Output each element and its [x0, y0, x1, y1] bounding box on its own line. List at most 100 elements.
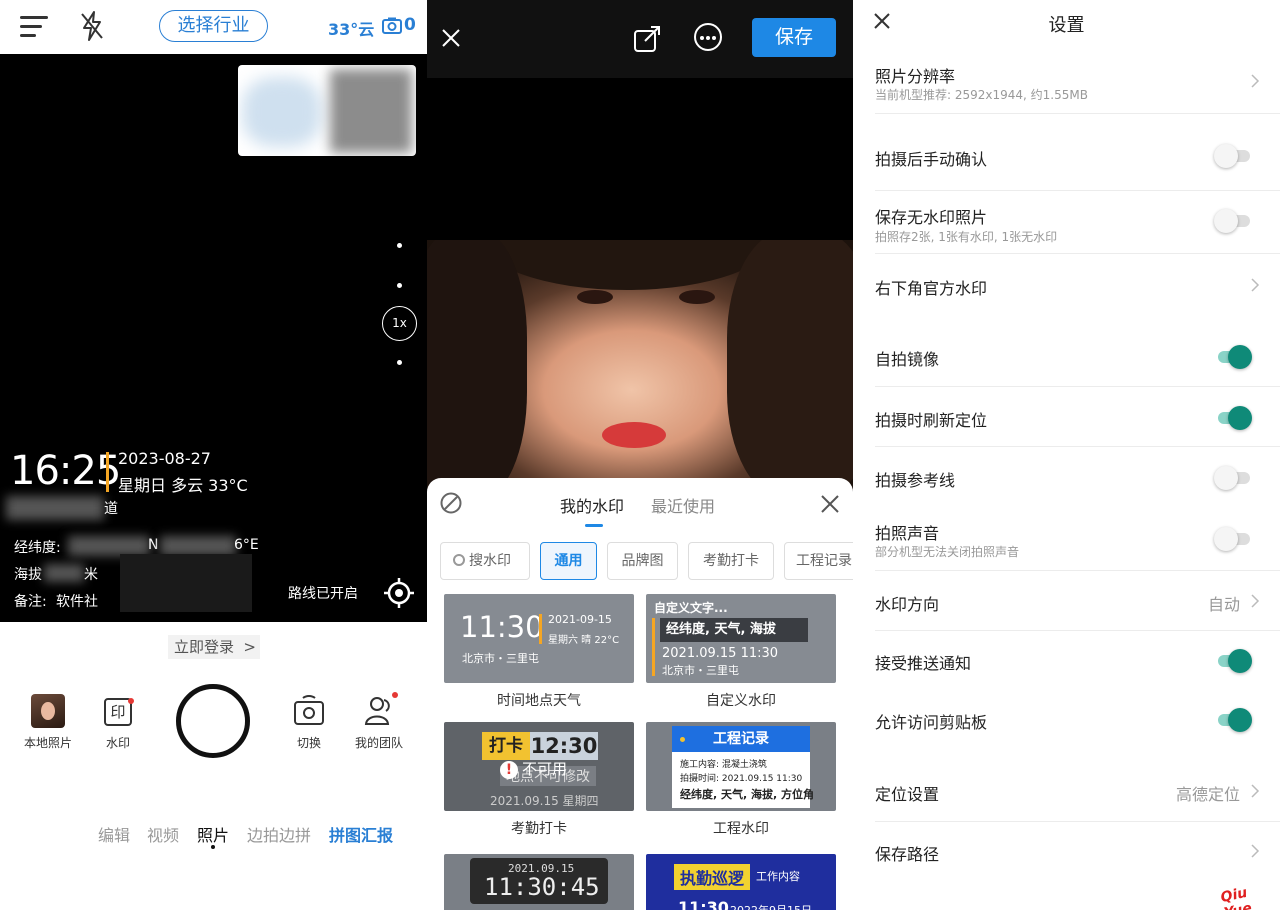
setting-save-no-watermark[interactable]: 保存无水印照片 拍照存2张, 1张有水印, 1张无水印 — [875, 191, 1280, 254]
mode-photo[interactable]: 照片 — [197, 822, 229, 846]
search-placeholder: 搜水印 — [469, 553, 511, 569]
watermark-note-label: 备注: — [14, 594, 47, 610]
more-icon[interactable] — [694, 23, 722, 51]
zoom-level-button[interactable]: 1x — [382, 306, 417, 341]
tab-recently-used[interactable]: 最近使用 — [651, 493, 715, 517]
toggle-switch[interactable] — [1216, 345, 1252, 369]
route-status[interactable]: 路线已开启 — [288, 583, 358, 603]
notification-dot — [128, 698, 134, 704]
zoom-dot[interactable] — [397, 283, 402, 288]
watermark-card-time-location-weather[interactable]: 11:30 2021-09-15 星期六 晴 22°C 北京市・三里屯 时间地点… — [444, 594, 634, 710]
setting-title: 拍摄参考线 — [875, 471, 956, 490]
camera-top-bar: 选择行业 33°云 0 — [0, 0, 427, 54]
category-attendance[interactable]: 考勤打卡 — [688, 542, 774, 580]
photo-detail — [602, 422, 666, 448]
card-line: 经纬度, 天气, 海拔, 方位角 — [680, 788, 815, 801]
card-time: 12:30 — [530, 732, 598, 760]
watermark-thumbnail: 11:30 2021-09-15 星期六 晴 22°C 北京市・三里屯 — [444, 594, 634, 683]
toggle-switch[interactable] — [1214, 209, 1252, 233]
setting-refresh-location[interactable]: 拍摄时刷新定位 — [875, 387, 1280, 447]
local-photos-button[interactable]: 本地照片 — [20, 694, 76, 751]
category-general[interactable]: 通用 — [540, 542, 597, 580]
watermark-thumbnail: 工程记录 施工内容: 混凝土浇筑 拍摄时间: 2021.09.15 11:30 … — [646, 722, 836, 811]
setting-selfie-mirror[interactable]: 自拍镜像 — [875, 324, 1280, 387]
no-watermark-icon[interactable] — [440, 492, 462, 514]
watermark-card-custom[interactable]: 自定义文字... 经纬度, 天气, 海拔 2021.09.15 11:30 北京… — [646, 594, 836, 710]
setting-official-watermark[interactable]: 右下角官方水印 — [875, 254, 1280, 324]
setting-push-notifications[interactable]: 接受推送通知 — [875, 631, 1280, 691]
save-button[interactable]: 保存 — [752, 18, 836, 57]
redacted-block — [120, 554, 252, 612]
card-time: 11:30 — [678, 898, 729, 910]
zoom-dot[interactable] — [397, 243, 402, 248]
toggle-switch[interactable] — [1216, 406, 1252, 430]
toggle-switch[interactable] — [1214, 466, 1252, 490]
share-icon[interactable] — [632, 22, 664, 54]
toggle-switch[interactable] — [1216, 708, 1252, 732]
watermark-thumbnail: 打卡 12:30 地点不可修改 2021.09.15 星期四 ! 不可用 — [444, 722, 634, 811]
shutter-button[interactable] — [176, 684, 250, 758]
watermark-editor-panel: 保存 我的水印 最近使用 搜水印 通用 品牌图 考勤打卡 工程记录 11:30 — [427, 0, 853, 910]
close-icon[interactable] — [441, 28, 461, 48]
setting-title: 保存路径 — [875, 845, 940, 864]
active-mode-indicator — [211, 845, 215, 849]
zoom-dot[interactable] — [397, 360, 402, 365]
photo-count[interactable]: 0 — [404, 15, 416, 35]
team-icon — [364, 697, 390, 725]
mode-edit[interactable]: 编辑 — [98, 822, 130, 846]
setting-watermark-direction[interactable]: 水印方向 自动 — [875, 571, 1280, 631]
toggle-switch[interactable] — [1216, 649, 1252, 673]
mode-shoot-and-stitch[interactable]: 边拍边拼 — [247, 822, 311, 846]
watermark-card-patrol[interactable]: 执勤巡逻 工作内容 11:30 2022年9月15日 — [646, 854, 836, 910]
watermark-street-tail: 道 — [104, 501, 118, 517]
search-watermark-input[interactable]: 搜水印 — [440, 542, 530, 580]
card-tag: 工作内容 — [756, 870, 800, 883]
watermark-card-attendance[interactable]: 打卡 12:30 地点不可修改 2021.09.15 星期四 ! 不可用 考勤打卡 — [444, 722, 634, 838]
setting-title: 拍照声音 — [875, 524, 940, 543]
setting-manual-confirm[interactable]: 拍摄后手动确认 — [875, 114, 1280, 191]
setting-title: 拍摄后手动确认 — [875, 150, 988, 169]
login-button[interactable]: 立即登录 > — [168, 635, 260, 659]
chevron-right-icon — [1251, 594, 1260, 608]
toggle-switch[interactable] — [1214, 144, 1252, 168]
setting-photo-resolution[interactable]: 照片分辨率 当前机型推荐: 2592x1944, 约1.55MB — [875, 52, 1280, 114]
close-icon[interactable] — [820, 494, 840, 514]
select-industry-button[interactable]: 选择行业 — [159, 10, 268, 42]
card-line: 拍摄时间: 2021.09.15 11:30 — [680, 774, 803, 784]
watermark-card-engineering[interactable]: 工程记录 施工内容: 混凝土浇筑 拍摄时间: 2021.09.15 11:30 … — [646, 722, 836, 838]
card-accent-bar — [539, 614, 542, 644]
watermark-card-label: 时间地点天气 — [497, 693, 581, 709]
tab-my-watermarks[interactable]: 我的水印 — [560, 493, 624, 517]
locate-icon[interactable] — [384, 578, 414, 608]
my-team-button[interactable]: 我的团队 — [350, 692, 408, 751]
card-accent-dot — [680, 737, 685, 742]
flash-off-icon[interactable] — [78, 10, 106, 42]
active-tab-indicator — [585, 524, 603, 527]
category-brand[interactable]: 品牌图 — [607, 542, 678, 580]
card-time: 11:30 — [460, 610, 544, 644]
setting-clipboard-access[interactable]: 允许访问剪贴板 — [875, 691, 1280, 760]
watermark-card-digital-clock[interactable]: 2021.09.15 11:30:45 — [444, 854, 634, 910]
setting-location[interactable]: 定位设置 高德定位 — [875, 760, 1280, 822]
watermark-button[interactable]: 印 水印 — [96, 694, 140, 751]
local-photo-thumbnail — [31, 694, 65, 728]
switch-camera-button[interactable]: 切换 — [289, 694, 329, 751]
camera-viewfinder[interactable]: 1x 16:25 2023-08-27 星期日 多云 33°C 道 经纬度: N… — [0, 54, 427, 622]
blurred-altitude — [44, 564, 84, 582]
settings-title: 设置 — [1048, 15, 1085, 36]
menu-icon[interactable] — [20, 14, 48, 38]
toggle-switch[interactable] — [1214, 527, 1252, 551]
category-engineering[interactable]: 工程记录 — [784, 542, 853, 580]
setting-save-path[interactable]: 保存路径 — [875, 822, 1280, 882]
setting-guide-lines[interactable]: 拍摄参考线 — [875, 447, 1280, 506]
setting-shutter-sound[interactable]: 拍照声音 部分机型无法关闭拍照声音 — [875, 506, 1280, 571]
card-datetime: 2021.09.15 11:30 — [662, 646, 779, 661]
watermark-date: 2023-08-27 — [118, 449, 211, 468]
watermark-card-label: 考勤打卡 — [511, 821, 567, 837]
mode-collage-report[interactable]: 拼图汇报 — [329, 822, 393, 846]
qr-promo-card[interactable] — [238, 65, 416, 156]
card-fields: 经纬度, 天气, 海拔 — [660, 618, 808, 642]
watermark-card-label: 工程水印 — [713, 821, 769, 837]
mode-video[interactable]: 视频 — [147, 822, 179, 846]
blurred-address — [6, 496, 104, 520]
